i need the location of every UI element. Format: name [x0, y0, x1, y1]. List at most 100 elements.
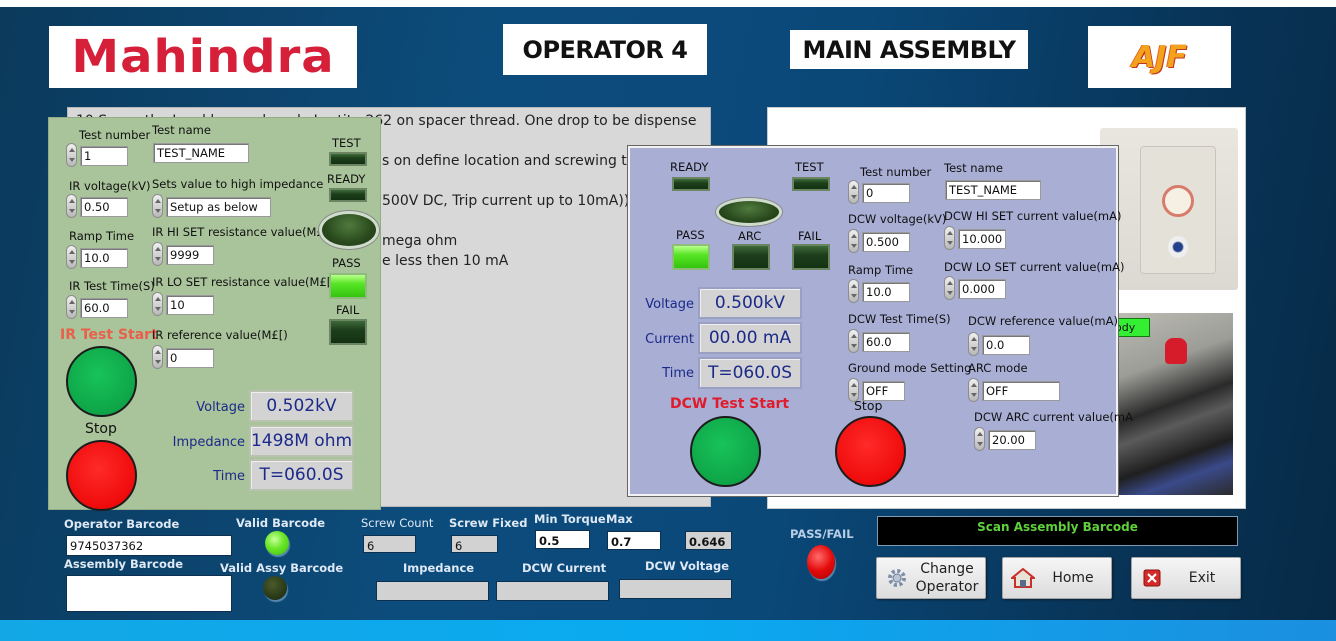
- dcw-current-field: [496, 581, 609, 601]
- dcw-voltage-spinner[interactable]: [848, 229, 859, 253]
- assembly-photo: [1110, 313, 1233, 495]
- voltage-readout: 0.502kV: [249, 390, 354, 422]
- time-readout-label: Time: [213, 469, 245, 484]
- ready-led-label: READY: [327, 172, 366, 186]
- valid-barcode-label: Valid Barcode: [236, 516, 326, 530]
- instruction-line: mega ohm: [382, 233, 458, 249]
- partner-logo-text: AJF: [1132, 39, 1187, 75]
- screw-fixed-field: 6: [451, 535, 498, 553]
- arc-current-spinner[interactable]: [974, 427, 985, 451]
- test-time-field[interactable]: 60.0: [80, 298, 128, 318]
- valid-barcode-led: [265, 531, 289, 555]
- exit-button[interactable]: Exit: [1131, 557, 1241, 599]
- ground-mode-label: Ground mode Setting: [848, 361, 972, 375]
- dcw-test-start-button[interactable]: [690, 416, 761, 487]
- reference-spinner[interactable]: [152, 345, 163, 369]
- current-readout-label: Current: [645, 332, 694, 347]
- test-number-spinner[interactable]: [66, 143, 77, 167]
- arc-mode-spinner[interactable]: [968, 378, 979, 402]
- ir-stop-button[interactable]: [66, 440, 137, 511]
- ground-mode-spinner[interactable]: [848, 378, 859, 402]
- change-operator-line1: Change: [920, 561, 974, 577]
- arc-mode-field[interactable]: OFF: [982, 381, 1060, 401]
- fail-led: [792, 244, 830, 270]
- test-number-spinner[interactable]: [848, 180, 859, 204]
- test-led: [329, 152, 367, 166]
- fail-led-label: FAIL: [798, 229, 822, 243]
- close-icon: [1140, 566, 1164, 590]
- ir-test-start-button[interactable]: [66, 346, 137, 417]
- test-time-spinner[interactable]: [848, 329, 859, 353]
- assembly-barcode-field[interactable]: [66, 575, 232, 612]
- status-oval-led: [716, 198, 782, 226]
- lo-set-label: DCW LO SET current value(mA): [944, 260, 1125, 274]
- test-number-label: Test number: [79, 128, 151, 142]
- impedance-mode-field[interactable]: Setup as below: [166, 197, 271, 217]
- hi-set-label: DCW HI SET current value(mA): [944, 209, 1122, 223]
- reference-label: DCW reference value(mA): [968, 314, 1118, 328]
- hi-set-field[interactable]: 10.000: [958, 229, 1006, 249]
- pass-fail-led: [807, 545, 835, 579]
- test-number-field[interactable]: 1: [80, 146, 128, 166]
- instruction-line: s on define location and screwing the: [382, 153, 645, 169]
- test-name-field[interactable]: TEST_NAME: [945, 180, 1041, 200]
- ir-test-panel: Test number 1 Test name TEST_NAME IR vol…: [48, 117, 381, 511]
- operator-barcode-field[interactable]: 9745037362: [66, 535, 232, 556]
- ir-voltage-spinner[interactable]: [66, 194, 77, 218]
- ajf-logo: AJF: [1088, 26, 1231, 88]
- voltage-readout-label: Voltage: [196, 400, 245, 415]
- home-button[interactable]: Home: [1002, 557, 1112, 599]
- brand-logo-text: Mahindra: [71, 30, 335, 84]
- lo-set-spinner[interactable]: [944, 276, 955, 300]
- test-number-field[interactable]: 0: [862, 183, 910, 203]
- arc-led: [732, 244, 770, 270]
- ramp-time-field[interactable]: 10.0: [862, 282, 910, 302]
- arc-led-label: ARC: [738, 229, 762, 243]
- reference-field[interactable]: 0: [166, 348, 214, 368]
- dcw-current-label: DCW Current: [522, 561, 607, 575]
- test-name-field[interactable]: TEST_NAME: [153, 143, 249, 163]
- impedance-mode-spinner[interactable]: [152, 194, 163, 218]
- impedance-label: Impedance: [403, 561, 475, 575]
- instruction-line: 500V DC, Trip current up to 10mA)) be: [382, 193, 652, 209]
- pass-led: [329, 273, 367, 299]
- valid-assy-barcode-label: Valid Assy Barcode: [220, 561, 344, 575]
- dcw-stop-button[interactable]: [835, 416, 906, 487]
- windows-taskbar: [0, 620, 1336, 641]
- min-torque-field[interactable]: 0.5: [535, 530, 590, 549]
- ramp-time-field[interactable]: 10.0: [80, 248, 128, 268]
- torque-value-field: 0.646: [685, 531, 732, 550]
- arc-current-field[interactable]: 20.00: [988, 430, 1036, 450]
- reference-spinner[interactable]: [968, 332, 979, 356]
- top-border: [0, 0, 1336, 7]
- dcw-test-start-label: DCW Test Start: [670, 396, 790, 412]
- lo-set-field[interactable]: 10: [166, 295, 214, 315]
- arc-mode-label: ARC mode: [968, 361, 1028, 375]
- pass-led-label: PASS: [332, 256, 361, 270]
- hi-set-spinner[interactable]: [944, 226, 955, 250]
- dcw-voltage-label: DCW Voltage: [645, 559, 730, 573]
- ramp-time-spinner[interactable]: [66, 245, 77, 269]
- exit-label: Exit: [1188, 570, 1216, 586]
- lo-set-field[interactable]: 0.000: [958, 279, 1006, 299]
- ir-voltage-field[interactable]: 0.50: [80, 197, 128, 217]
- reference-field[interactable]: 0.0: [982, 335, 1030, 355]
- arc-current-label: DCW ARC current value(mA: [974, 410, 1133, 424]
- lo-set-spinner[interactable]: [152, 292, 163, 316]
- change-operator-button[interactable]: Change Operator: [876, 557, 986, 599]
- voltage-readout: 0.500kV: [698, 287, 802, 319]
- test-time-spinner[interactable]: [66, 295, 77, 319]
- max-torque-field[interactable]: 0.7: [607, 531, 661, 550]
- min-torque-label: Min Torque: [534, 512, 606, 526]
- time-readout-label: Time: [662, 366, 694, 381]
- hi-set-spinner[interactable]: [152, 242, 163, 266]
- mahindra-logo: Mahindra: [49, 26, 357, 88]
- ramp-time-spinner[interactable]: [848, 279, 859, 303]
- hi-set-field[interactable]: 9999: [166, 245, 214, 265]
- time-readout: T=060.0S: [249, 459, 354, 491]
- dcw-voltage-field[interactable]: 0.500: [862, 232, 910, 252]
- ground-mode-field[interactable]: OFF: [862, 381, 905, 401]
- valid-assy-barcode-led: [263, 576, 287, 600]
- ramp-time-label: Ramp Time: [69, 229, 135, 243]
- test-time-field[interactable]: 60.0: [862, 332, 910, 352]
